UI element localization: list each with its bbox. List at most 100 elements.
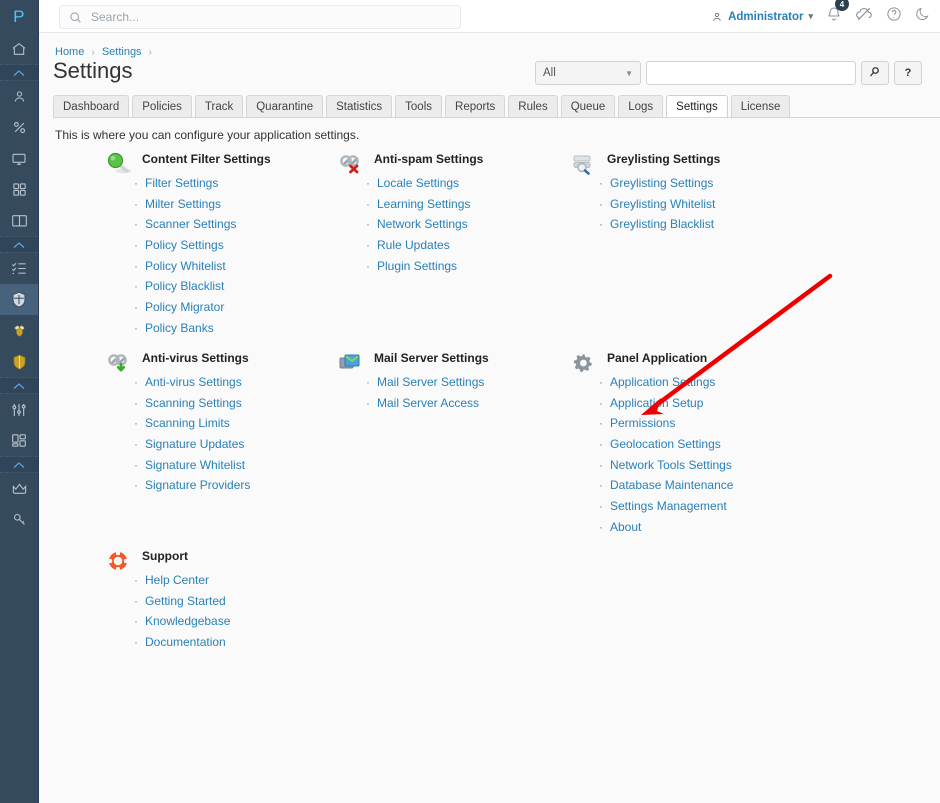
list-item: · Mail Server Access [366,396,489,417]
settings-link[interactable]: Learning Settings [377,197,470,211]
sidebar-collapse-1[interactable] [0,64,38,81]
settings-link[interactable]: Network Tools Settings [610,458,732,472]
tab-logs[interactable]: Logs [618,95,664,118]
sidebar-item-protection[interactable] [0,346,38,377]
settings-link[interactable]: Knowledgebase [145,614,230,628]
tab-tools[interactable]: Tools [395,95,443,118]
bullet-icon: · [599,437,603,452]
settings-link[interactable]: Locale Settings [377,176,459,190]
user-menu[interactable]: Administrator ▾ [711,11,813,23]
settings-link[interactable]: Rule Updates [377,238,450,252]
list-item: · Network Tools Settings [599,458,733,479]
settings-link[interactable]: Getting Started [145,594,226,608]
list-item: · Mail Server Settings [366,375,489,396]
sidebar-item-tuning[interactable] [0,394,38,425]
sidebar-item-docs[interactable] [0,205,38,236]
settings-link[interactable]: Anti-virus Settings [145,375,242,389]
settings-link[interactable]: Greylisting Settings [610,176,713,190]
sidebar-item-home[interactable] [0,33,38,64]
percent-icon [12,120,27,135]
tab-license[interactable]: License [730,95,791,118]
notifications-button[interactable]: 4 [826,0,849,27]
sidebar-item-threats[interactable] [0,315,38,346]
breadcrumb-item-home[interactable]: Home [55,46,84,58]
app-logo[interactable]: P [0,0,38,33]
settings-link[interactable]: Database Maintenance [610,478,733,492]
filter-query-field[interactable] [646,61,856,85]
crown-icon [11,481,28,496]
settings-link[interactable]: About [610,520,641,534]
settings-link[interactable]: Scanning Settings [145,396,242,410]
settings-link[interactable]: Filter Settings [145,176,218,190]
sidebar-item-license[interactable] [0,473,38,504]
sidebar-item-tasks[interactable] [0,253,38,284]
tab-reports[interactable]: Reports [445,95,506,118]
filter-help-button[interactable]: ? [894,61,922,85]
filter-search-button[interactable] [861,61,889,85]
sidebar-item-security[interactable] [0,284,38,315]
bullet-icon: · [134,320,138,335]
settings-link[interactable]: Network Settings [377,217,468,231]
settings-link[interactable]: Geolocation Settings [610,437,721,451]
filter-query-input[interactable] [647,62,855,84]
section-support: Support · Help Center · Getting Started · Kno… [107,549,230,656]
settings-link[interactable]: Permissions [610,416,675,430]
settings-link[interactable]: Greylisting Whitelist [610,197,715,211]
settings-link[interactable]: Policy Banks [145,321,214,335]
list-item: · Scanner Settings [134,217,271,238]
tab-dashboard[interactable]: Dashboard [53,95,130,118]
settings-link[interactable]: Application Setup [610,396,703,410]
settings-link[interactable]: Signature Updates [145,437,244,451]
settings-link[interactable]: Signature Providers [145,478,250,492]
filter-scope-select[interactable]: All ▼ [535,61,641,85]
section-title: Content Filter Settings [142,152,271,166]
search-input[interactable] [89,9,451,25]
list-item: · Permissions [599,416,733,437]
bullet-icon: · [599,499,603,514]
settings-link[interactable]: Policy Migrator [145,300,224,314]
sidebar-item-widgets[interactable] [0,425,38,456]
tab-rules[interactable]: Rules [508,95,558,118]
tab-queue[interactable]: Queue [560,95,616,118]
tab-statistics[interactable]: Statistics [326,95,393,118]
tab-policies[interactable]: Policies [132,95,192,118]
settings-link[interactable]: Policy Whitelist [145,259,226,273]
settings-link[interactable]: Plugin Settings [377,259,457,273]
sidebar-item-statistics[interactable] [0,112,38,143]
sidebar-item-keys[interactable] [0,504,38,535]
tab-settings[interactable]: Settings [666,95,728,118]
sidebar-collapse-3[interactable] [0,377,38,394]
sidebar-item-users[interactable] [0,81,38,112]
settings-column-2: Anti-spam Settings · Locale Settings · Lear… [340,152,483,279]
settings-link[interactable]: Help Center [145,573,209,587]
breadcrumb-separator: › [91,47,95,58]
settings-link[interactable]: Greylisting Blacklist [610,217,714,231]
tab-quarantine[interactable]: Quarantine [246,95,324,118]
settings-link[interactable]: Scanner Settings [145,217,236,231]
sidebar-collapse-4[interactable] [0,456,38,473]
settings-link[interactable]: Settings Management [610,499,727,513]
section-title: Support [142,549,188,563]
lifebuoy-icon [106,549,134,575]
sidebar-item-monitor[interactable] [0,143,38,174]
settings-link[interactable]: Documentation [145,635,226,649]
dark-mode-toggle[interactable] [915,6,930,27]
cloud-status-button[interactable] [855,6,873,27]
sidebar-collapse-2[interactable] [0,236,38,253]
settings-link[interactable]: Mail Server Settings [377,375,484,389]
settings-link[interactable]: Milter Settings [145,197,221,211]
breadcrumb-item-settings[interactable]: Settings [102,46,142,58]
settings-link[interactable]: Signature Whitelist [145,458,245,472]
global-search[interactable] [59,5,461,29]
top-bar-actions: Administrator ▾ 4 [711,0,930,33]
bullet-icon: · [599,457,603,472]
settings-link[interactable]: Policy Blacklist [145,279,224,293]
bullet-icon: · [134,279,138,294]
settings-link[interactable]: Policy Settings [145,238,224,252]
help-button[interactable] [886,6,902,27]
tab-track[interactable]: Track [194,95,244,118]
settings-link[interactable]: Scanning Limits [145,416,230,430]
settings-link[interactable]: Mail Server Access [377,396,479,410]
settings-link[interactable]: Application Settings [610,375,715,389]
sidebar-item-apps[interactable] [0,174,38,205]
